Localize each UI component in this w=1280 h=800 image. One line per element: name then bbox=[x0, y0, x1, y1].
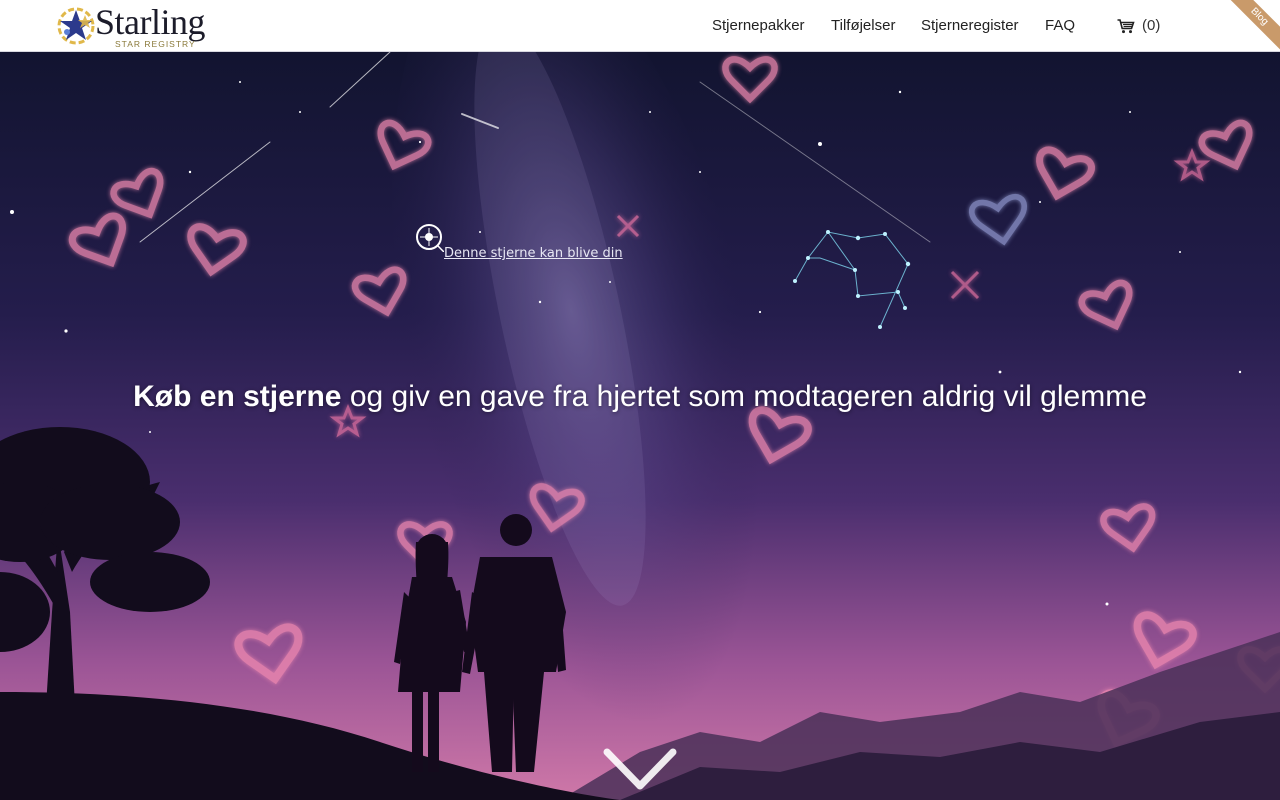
star-target-icon[interactable] bbox=[414, 222, 444, 252]
site-header: Starling STAR REGISTRY Stjernepakker Til… bbox=[0, 0, 1280, 52]
nav-item-faq[interactable]: FAQ bbox=[1045, 16, 1075, 36]
cart-icon bbox=[1117, 18, 1135, 33]
night-sky-illustration bbox=[0, 52, 1280, 800]
star-callout-link[interactable]: Denne stjerne kan blive din bbox=[444, 246, 623, 262]
blog-ribbon[interactable]: Blog bbox=[1226, 0, 1280, 54]
nav-item-stjernepakker[interactable]: Stjernepakker bbox=[712, 16, 805, 36]
cart-count: (0) bbox=[1142, 17, 1161, 34]
hero-section: Denne stjerne kan blive din Køb en stjer… bbox=[0, 52, 1280, 800]
nav-item-tilfojelser[interactable]: Tilføjelser bbox=[831, 16, 895, 36]
hero-headline-rest: og giv en gave fra hjertet som modtagere… bbox=[341, 380, 1147, 413]
chevron-down-icon[interactable] bbox=[603, 748, 677, 792]
hero-headline-bold: Køb en stjerne bbox=[133, 380, 342, 413]
blog-ribbon-corner: Blog bbox=[1226, 0, 1280, 54]
hero-headline: Køb en stjerne og giv en gave fra hjerte… bbox=[0, 378, 1280, 416]
nav-item-stjerneregister[interactable]: Stjerneregister bbox=[921, 16, 1019, 36]
main-nav: Stjernepakker Tilføjelser Stjerneregiste… bbox=[0, 0, 1280, 52]
cart-button[interactable]: (0) bbox=[1117, 16, 1160, 36]
